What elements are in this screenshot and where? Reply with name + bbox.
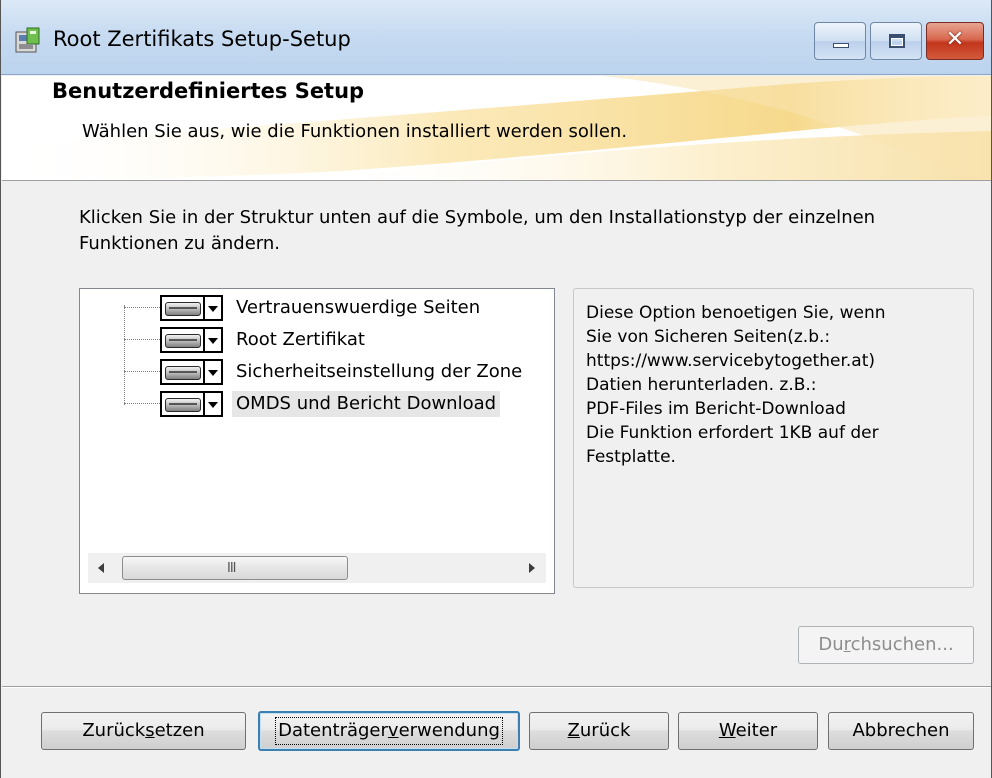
hard-drive-icon xyxy=(165,334,201,348)
back-button[interactable]: Zurück xyxy=(529,712,669,750)
arrow-right-icon xyxy=(529,563,535,573)
minimize-button[interactable] xyxy=(814,22,866,60)
banner-title: Benutzerdefiniertes Setup xyxy=(52,79,365,103)
dropdown-arrow-icon xyxy=(208,306,218,312)
reset-button[interactable]: Zurücksetzen xyxy=(41,712,246,750)
banner-subtitle: Wählen Sie aus, wie die Funktionen insta… xyxy=(82,121,628,142)
feature-label[interactable]: Root Zertifikat xyxy=(232,327,369,353)
installer-icon xyxy=(15,27,40,53)
window-title: Root Zertifikats Setup-Setup xyxy=(53,27,351,51)
title-bar[interactable]: Root Zertifikats Setup-Setup ✕ xyxy=(1,0,991,75)
scroll-left-button[interactable] xyxy=(88,553,116,583)
feature-install-dropdown[interactable] xyxy=(160,391,223,417)
feature-item-omds-bericht-download[interactable]: OMDS und Bericht Download xyxy=(80,389,540,419)
footer-separator xyxy=(2,686,991,687)
arrow-left-icon xyxy=(98,563,104,573)
feature-description-panel: Diese Option benoetigen Sie, wenn Sie vo… xyxy=(573,288,974,588)
dropdown-arrow-icon xyxy=(208,402,218,408)
header-banner: Benutzerdefiniertes Setup Wählen Sie aus… xyxy=(2,76,991,181)
feature-install-dropdown[interactable] xyxy=(160,327,223,353)
browse-button[interactable]: Durchsuchen... xyxy=(798,626,974,664)
dropdown-arrow-icon xyxy=(208,370,218,376)
disk-usage-button[interactable]: Datenträgerverwendung xyxy=(258,711,520,751)
feature-label[interactable]: Vertrauenswuerdige Seiten xyxy=(232,295,484,321)
next-button[interactable]: Weiter xyxy=(678,712,818,750)
grip-icon: III xyxy=(227,561,236,576)
feature-label[interactable]: Sicherheitseinstellung der Zone xyxy=(232,359,526,385)
feature-install-dropdown[interactable] xyxy=(160,295,223,321)
feature-install-dropdown[interactable] xyxy=(160,359,223,385)
close-icon: ✕ xyxy=(945,27,965,52)
setup-window: Root Zertifikats Setup-Setup ✕ Benutzerd… xyxy=(0,0,992,778)
maximize-icon xyxy=(889,34,905,48)
feature-item-vertrauenswuerdige-seiten[interactable]: Vertrauenswuerdige Seiten xyxy=(80,293,540,323)
hard-drive-icon xyxy=(165,366,201,380)
feature-description-text: Diese Option benoetigen Sie, wenn Sie vo… xyxy=(586,303,886,467)
instruction-text: Klicken Sie in der Struktur unten auf di… xyxy=(79,207,876,254)
minimize-icon xyxy=(833,43,849,48)
feature-tree[interactable]: Vertrauenswuerdige Seiten Root Zertifika… xyxy=(79,288,555,594)
hard-drive-icon xyxy=(165,302,201,316)
cancel-button[interactable]: Abbrechen xyxy=(828,712,974,750)
maximize-button[interactable] xyxy=(870,22,922,60)
feature-label-selected[interactable]: OMDS und Bericht Download xyxy=(232,391,501,417)
hard-drive-icon xyxy=(165,398,201,412)
horizontal-scrollbar[interactable]: III xyxy=(88,553,546,583)
scroll-right-button[interactable] xyxy=(518,553,546,583)
feature-item-sicherheitseinstellung[interactable]: Sicherheitseinstellung der Zone xyxy=(80,357,540,387)
feature-item-root-zertifikat[interactable]: Root Zertifikat xyxy=(80,325,540,355)
scrollbar-thumb[interactable]: III xyxy=(122,556,348,580)
close-button[interactable]: ✕ xyxy=(926,22,984,60)
dropdown-arrow-icon xyxy=(208,338,218,344)
